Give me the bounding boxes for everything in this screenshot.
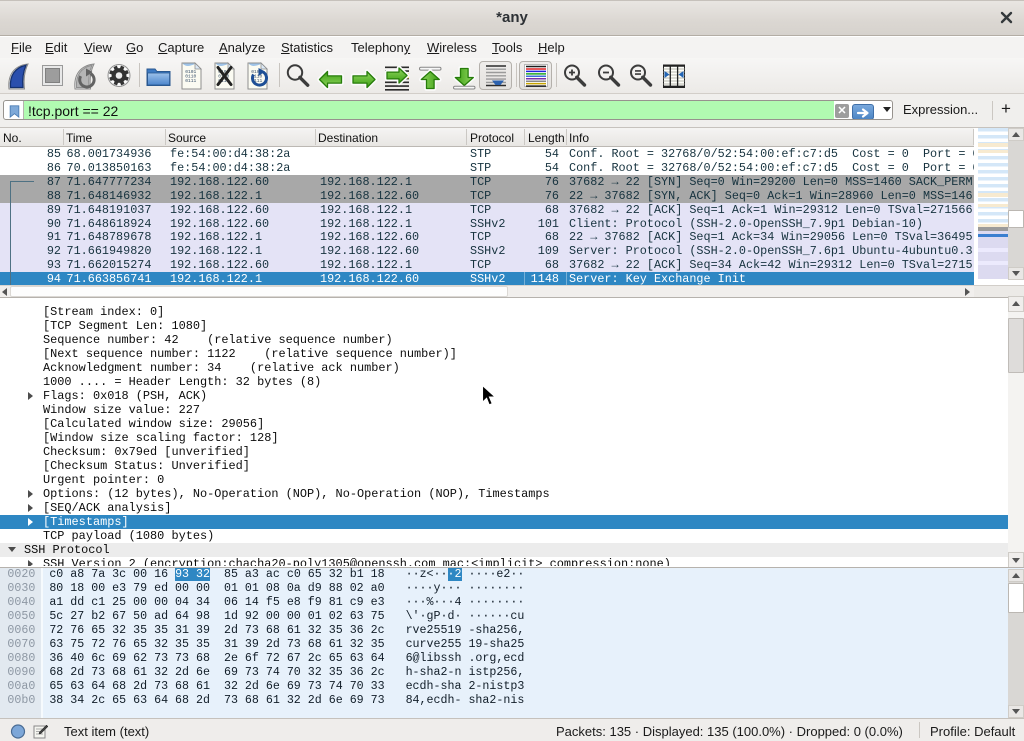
svg-text:0111: 0111 — [185, 78, 196, 84]
